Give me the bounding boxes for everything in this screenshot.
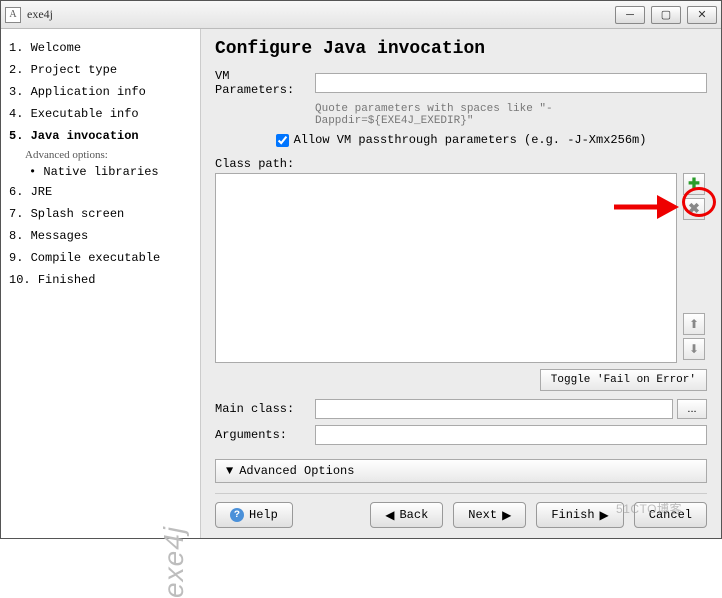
step-java-invocation[interactable]: 5. Java invocation [7, 125, 194, 147]
close-button[interactable]: ✕ [687, 6, 717, 24]
remove-classpath-button[interactable]: ✖ [683, 198, 705, 220]
maximize-button[interactable]: ▢ [651, 6, 681, 24]
main-class-label: Main class: [215, 402, 315, 416]
add-classpath-button[interactable]: ✚ [683, 173, 705, 195]
finish-button[interactable]: Finish ▶ [536, 502, 623, 528]
vm-params-hint: Quote parameters with spaces like "-Dapp… [315, 103, 707, 127]
app-icon: A [5, 7, 21, 23]
step-executable-info[interactable]: 4. Executable info [7, 103, 194, 125]
classpath-label: Class path: [215, 157, 294, 171]
move-up-button[interactable]: ⬆ [683, 313, 705, 335]
advanced-options-label: Advanced options: [7, 147, 194, 163]
step-welcome[interactable]: 1. Welcome [7, 37, 194, 59]
step-splash-screen[interactable]: 7. Splash screen [7, 203, 194, 225]
main-class-input[interactable] [315, 399, 673, 419]
minimize-button[interactable]: ─ [615, 6, 645, 24]
passthrough-checkbox[interactable] [276, 134, 289, 147]
step-list-2: 6. JRE 7. Splash screen 8. Messages 9. C… [7, 181, 194, 291]
titlebar: A exe4j ─ ▢ ✕ [1, 1, 721, 29]
advanced-native-libraries[interactable]: • Native libraries [7, 163, 194, 181]
vm-params-label: VM Parameters: [215, 69, 315, 97]
help-icon: ? [230, 508, 244, 522]
vm-params-input[interactable] [315, 73, 707, 93]
page-heading: Configure Java invocation [215, 39, 707, 59]
passthrough-label: Allow VM passthrough parameters (e.g. -J… [294, 133, 647, 147]
next-button[interactable]: Next ▶ [453, 502, 526, 528]
watermark: 51CTO博客 [616, 500, 682, 517]
step-messages[interactable]: 8. Messages [7, 225, 194, 247]
chevron-down-icon: ▼ [226, 464, 233, 478]
arguments-label: Arguments: [215, 428, 315, 442]
step-jre[interactable]: 6. JRE [7, 181, 194, 203]
step-project-type[interactable]: 2. Project type [7, 59, 194, 81]
classpath-listbox[interactable] [215, 173, 677, 363]
step-compile-executable[interactable]: 9. Compile executable [7, 247, 194, 269]
exe4j-logo: exe4j [158, 526, 190, 598]
help-button[interactable]: ? Help [215, 502, 293, 528]
step-list: 1. Welcome 2. Project type 3. Applicatio… [7, 37, 194, 147]
wizard-sidebar: 1. Welcome 2. Project type 3. Applicatio… [1, 29, 201, 538]
browse-main-class-button[interactable]: ... [677, 399, 707, 419]
move-down-button[interactable]: ⬇ [683, 338, 705, 360]
step-finished[interactable]: 10. Finished [7, 269, 194, 291]
arguments-input[interactable] [315, 425, 707, 445]
main-panel: Configure Java invocation VM Parameters:… [201, 29, 721, 538]
toggle-fail-on-error-button[interactable]: Toggle 'Fail on Error' [540, 369, 707, 391]
back-button[interactable]: ◀ Back [370, 502, 443, 528]
advanced-options-button[interactable]: ▼ Advanced Options [215, 459, 707, 483]
window-title: exe4j [27, 7, 615, 22]
step-application-info[interactable]: 3. Application info [7, 81, 194, 103]
